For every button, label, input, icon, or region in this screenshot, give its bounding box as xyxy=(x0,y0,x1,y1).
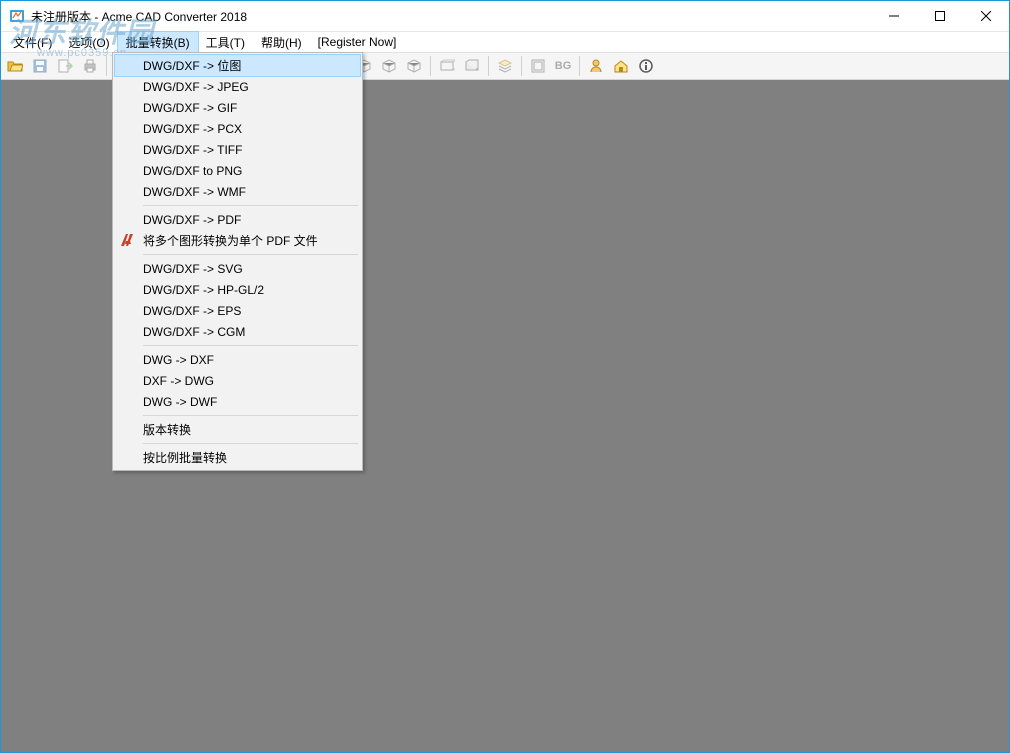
menu-item[interactable]: 将多个图形转换为单个 PDF 文件 xyxy=(115,230,360,251)
menu-item-label: 版本转换 xyxy=(143,421,191,438)
wireframe-icon xyxy=(435,54,459,78)
minimize-button[interactable] xyxy=(871,1,917,31)
adobe-icon xyxy=(119,232,135,248)
menu-bar: 文件(F)选项(O)批量转换(B)工具(T)帮助(H)[Register Now… xyxy=(1,32,1009,52)
menu-separator xyxy=(143,254,358,255)
menu-item-label: DWG/DXF -> SVG xyxy=(143,262,243,276)
menu-item[interactable]: DWG/DXF -> CGM xyxy=(115,321,360,342)
menu-separator xyxy=(143,443,358,444)
toolbar-separator xyxy=(430,56,431,76)
title-bar: 未注册版本 - Acme CAD Converter 2018 xyxy=(1,1,1009,32)
menu-item[interactable]: DWG/DXF -> TIFF xyxy=(115,139,360,160)
menu-item[interactable]: 按比例批量转换 xyxy=(115,447,360,468)
menu-item-label: DWG -> DXF xyxy=(143,353,214,367)
menu-item-label: DWG/DXF -> PCX xyxy=(143,122,242,136)
menu-item[interactable]: DWG/DXF -> PDF xyxy=(115,209,360,230)
menu-item-label: DWG -> DWF xyxy=(143,395,217,409)
menu-separator xyxy=(143,415,358,416)
menu-item-label: DWG/DXF -> WMF xyxy=(143,185,246,199)
menu-h[interactable]: 帮助(H) xyxy=(253,32,310,53)
menu-item-label: DWG/DXF to PNG xyxy=(143,164,242,178)
menu-item[interactable]: DWG/DXF -> 位图 xyxy=(115,55,360,76)
menu-item[interactable]: DWG -> DXF xyxy=(115,349,360,370)
menu-registernow[interactable]: [Register Now] xyxy=(310,33,405,51)
menu-item[interactable]: DWG/DXF -> GIF xyxy=(115,97,360,118)
toolbar-separator xyxy=(106,56,107,76)
layers-icon xyxy=(493,54,517,78)
iso-ne-icon xyxy=(377,54,401,78)
toolbar-separator xyxy=(579,56,580,76)
print-icon xyxy=(78,54,102,78)
menu-separator xyxy=(143,345,358,346)
layout-icon xyxy=(526,54,550,78)
menu-item[interactable]: 版本转换 xyxy=(115,419,360,440)
user-icon[interactable] xyxy=(584,54,608,78)
menu-item[interactable]: DWG/DXF -> SVG xyxy=(115,258,360,279)
menu-item-label: DWG/DXF -> GIF xyxy=(143,101,237,115)
app-window: 河东软件园 www.pc0359.cn 未注册版本 - Acme CAD Con… xyxy=(0,0,1010,753)
menu-item[interactable]: DWG -> DWF xyxy=(115,391,360,412)
export-icon xyxy=(53,54,77,78)
menu-item-label: DWG/DXF -> JPEG xyxy=(143,80,249,94)
iso-nw-icon xyxy=(402,54,426,78)
bg-toggle-icon: BG xyxy=(551,54,575,78)
menu-item[interactable]: DWG/DXF -> WMF xyxy=(115,181,360,202)
open-icon[interactable] xyxy=(3,54,27,78)
save-icon xyxy=(28,54,52,78)
menu-f[interactable]: 文件(F) xyxy=(5,32,60,53)
batch-convert-menu: DWG/DXF -> 位图 DWG/DXF -> JPEG DWG/DXF -> G… xyxy=(112,52,363,471)
toolbar-separator xyxy=(521,56,522,76)
menu-item-label: DWG/DXF -> PDF xyxy=(143,213,241,227)
menu-item-label: DWG/DXF -> TIFF xyxy=(143,143,242,157)
menu-item[interactable]: DWG/DXF to PNG xyxy=(115,160,360,181)
menu-item[interactable]: DWG/DXF -> HP-GL/2 xyxy=(115,279,360,300)
menu-separator xyxy=(143,205,358,206)
menu-item-label: DWG/DXF -> 位图 xyxy=(143,57,241,74)
menu-item-label: 将多个图形转换为单个 PDF 文件 xyxy=(143,232,318,249)
menu-item-label: 按比例批量转换 xyxy=(143,449,227,466)
menu-item-label: DWG/DXF -> EPS xyxy=(143,304,241,318)
menu-item-label: DXF -> DWG xyxy=(143,374,214,388)
about-icon[interactable] xyxy=(634,54,658,78)
menu-item[interactable]: DWG/DXF -> JPEG xyxy=(115,76,360,97)
close-button[interactable] xyxy=(963,1,1009,31)
menu-item[interactable]: DWG/DXF -> PCX xyxy=(115,118,360,139)
menu-item[interactable]: DXF -> DWG xyxy=(115,370,360,391)
toolbar-separator xyxy=(488,56,489,76)
menu-item[interactable]: DWG/DXF -> EPS xyxy=(115,300,360,321)
window-title: 未注册版本 - Acme CAD Converter 2018 xyxy=(31,8,247,25)
menu-item-label: DWG/DXF -> HP-GL/2 xyxy=(143,283,264,297)
home-icon[interactable] xyxy=(609,54,633,78)
maximize-button[interactable] xyxy=(917,1,963,31)
app-icon xyxy=(9,8,25,24)
hidden-icon xyxy=(460,54,484,78)
menu-o[interactable]: 选项(O) xyxy=(60,32,117,53)
menu-b[interactable]: 批量转换(B) xyxy=(118,32,198,53)
menu-item-label: DWG/DXF -> CGM xyxy=(143,325,245,339)
window-controls xyxy=(871,1,1009,31)
menu-t[interactable]: 工具(T) xyxy=(198,32,253,53)
